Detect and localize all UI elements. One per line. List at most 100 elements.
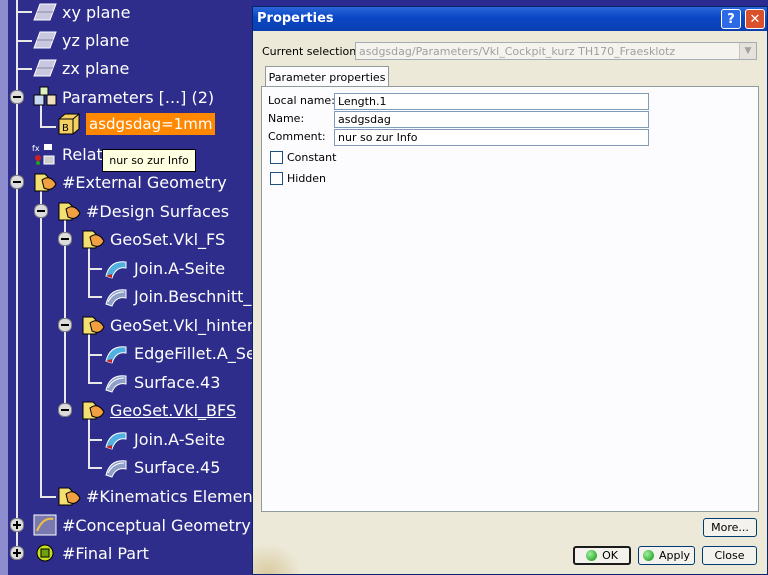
tree-item-label: Parameters [...] (2) <box>62 87 215 107</box>
apply-button[interactable]: Apply <box>638 546 695 565</box>
geometrical-set-icon <box>56 199 82 223</box>
hidden-label: Hidden <box>287 172 327 185</box>
edge-fillet-icon <box>104 341 130 365</box>
collapse-toggle-geoset-hinten[interactable] <box>58 318 72 332</box>
tree-item-yz-plane[interactable]: yz plane <box>32 28 129 52</box>
tree-item-label: GeoSet.Vkl_BFS <box>110 400 237 420</box>
tree-item-label: EdgeFillet.A_Se <box>134 343 252 363</box>
tree-item-label: Surface.43 <box>134 372 221 392</box>
help-button[interactable]: ? <box>721 9 741 29</box>
tree-item-parameters[interactable]: Parameters [...] (2) <box>32 85 214 109</box>
join-surface-icon <box>104 427 130 451</box>
collapse-toggle-geoset-bfs[interactable] <box>58 403 72 417</box>
tree-item-zx-plane[interactable]: zx plane <box>32 56 129 80</box>
collapse-toggle-geoset-fs[interactable] <box>58 232 72 246</box>
close-label: Close <box>714 549 745 562</box>
tree-connector <box>16 40 32 42</box>
chevron-down-icon[interactable]: ▼ <box>739 43 756 59</box>
tree-item-label: xy plane <box>62 2 131 22</box>
tree-item-join-a-seite-2[interactable]: Join.A-Seite <box>104 427 225 451</box>
tree-item-label: zx plane <box>62 58 130 78</box>
tree-connector <box>40 496 56 498</box>
more-button[interactable]: More... <box>703 518 757 537</box>
final-part-icon <box>32 541 58 565</box>
tab-label: Parameter properties <box>268 70 386 84</box>
svg-text:B: B <box>62 123 69 134</box>
tree-item-label: GeoSet.Vkl_FS <box>110 229 226 249</box>
tree-item-external-geometry[interactable]: #External Geometry <box>32 170 227 194</box>
tree-connector <box>88 467 102 469</box>
geometrical-set-icon <box>56 484 82 508</box>
ok-icon <box>586 550 598 561</box>
tree-item-conceptual-geometry[interactable]: #Conceptual Geometry <box>32 513 251 537</box>
svg-text:fx: fx <box>32 144 40 153</box>
current-selection-combo[interactable]: asdgsdag/Parameters/Vkl_Cockpit_kurz TH1… <box>355 42 757 60</box>
constant-label: Constant <box>287 151 337 164</box>
tree-connector <box>88 382 102 384</box>
tree-item-label: #Final Part <box>62 543 149 563</box>
current-selection-value: asdgsdag/Parameters/Vkl_Cockpit_kurz TH1… <box>359 45 676 58</box>
local-name-field[interactable]: Length.1 <box>334 93 649 110</box>
relations-icon: fx <box>32 142 58 166</box>
tree-item-label: #Kinematics Elements <box>86 486 252 506</box>
expand-toggle-conceptual-geometry[interactable] <box>10 518 24 532</box>
tree-item-xy-plane[interactable]: xy plane <box>32 0 130 24</box>
tree-connector <box>88 268 102 270</box>
comment-label: Comment: <box>268 130 326 143</box>
tree-item-label-selected: asdgsdag=1mm <box>86 113 216 135</box>
comment-field[interactable]: nur so zur Info <box>334 129 649 146</box>
tree-item-label: Surface.45 <box>134 457 221 477</box>
dialog-title-bar[interactable]: Properties ? ✕ <box>253 7 767 31</box>
constant-checkbox[interactable]: Constant <box>270 151 336 164</box>
conceptual-geometry-icon <box>32 513 58 537</box>
ok-button[interactable]: OK <box>573 546 631 565</box>
specification-tree[interactable]: xy plane yz plane zx plane Parameters [.… <box>0 0 252 575</box>
tab-parameter-properties[interactable]: Parameter properties <box>265 66 389 87</box>
tree-item-parameter-asdgsdag[interactable]: B asdgsdag=1mm <box>56 112 216 136</box>
checkbox-box[interactable] <box>270 172 283 185</box>
tree-item-geoset-vkl-hinten[interactable]: GeoSet.Vkl_hinten <box>80 313 252 337</box>
expand-toggle-final-part[interactable] <box>10 546 24 560</box>
close-button[interactable]: Close <box>702 546 757 565</box>
tree-item-relations[interactable]: fx Relat <box>32 142 103 166</box>
tree-item-geoset-vkl-bfs[interactable]: GeoSet.Vkl_BFS <box>80 398 236 422</box>
tree-item-edgefillet[interactable]: EdgeFillet.A_Se <box>104 341 252 365</box>
tree-item-label: Join.Beschnitt_z <box>134 286 252 306</box>
tree-item-label: Relat <box>62 144 103 164</box>
collapse-toggle-external-geometry[interactable] <box>10 175 24 189</box>
geometrical-set-icon <box>80 313 106 337</box>
checkbox-box[interactable] <box>270 151 283 164</box>
tree-item-label: #External Geometry <box>62 172 227 192</box>
apply-icon <box>642 550 654 561</box>
more-label: More... <box>711 521 749 534</box>
plane-icon <box>32 56 58 80</box>
tree-item-geoset-vkl-fs[interactable]: GeoSet.Vkl_FS <box>80 227 225 251</box>
help-icon: ? <box>727 11 735 27</box>
join-surface-icon <box>104 256 130 280</box>
tree-item-kinematics-elements[interactable]: #Kinematics Elements <box>56 484 252 508</box>
dialog-title: Properties <box>257 11 334 26</box>
catia-logo-decoration <box>253 544 303 574</box>
tree-item-join-beschnitt[interactable]: Join.Beschnitt_z <box>104 284 252 308</box>
tree-connector <box>40 126 56 128</box>
title-close-button[interactable]: ✕ <box>745 9 765 29</box>
tree-connector <box>16 0 18 560</box>
tree-item-design-surfaces[interactable]: #Design Surfaces <box>56 199 229 223</box>
tree-item-surface-43[interactable]: Surface.43 <box>104 370 220 394</box>
surface-icon <box>104 284 130 308</box>
tree-item-surface-45[interactable]: Surface.45 <box>104 455 220 479</box>
tree-connector <box>40 190 42 496</box>
properties-dialog: Properties ? ✕ Current selection : asdgs… <box>252 6 768 575</box>
collapse-toggle-design-surfaces[interactable] <box>34 204 48 218</box>
name-field[interactable]: asdgsdag <box>334 111 649 128</box>
tree-item-label: #Design Surfaces <box>86 201 230 221</box>
collapse-toggle-parameters[interactable] <box>10 90 24 104</box>
apply-label: Apply <box>658 549 691 562</box>
current-selection-label: Current selection : <box>262 45 364 58</box>
hidden-checkbox[interactable]: Hidden <box>270 172 326 185</box>
tree-item-final-part[interactable]: #Final Part <box>32 541 149 565</box>
tree-connector <box>88 439 102 441</box>
tree-item-label: Join.A-Seite <box>134 258 226 278</box>
tree-item-join-a-seite[interactable]: Join.A-Seite <box>104 256 225 280</box>
parameters-icon <box>32 85 58 109</box>
